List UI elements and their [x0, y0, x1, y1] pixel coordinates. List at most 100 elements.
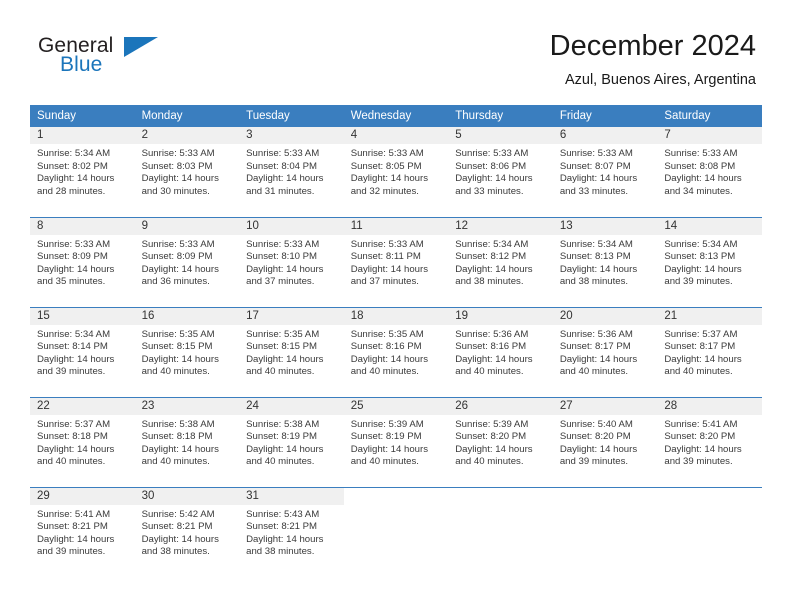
day-number: 17	[239, 307, 344, 325]
day-cell[interactable]: 1 Sunrise: 5:34 AM Sunset: 8:02 PM Dayli…	[30, 127, 135, 217]
daylight-text-line1: Daylight: 14 hours	[350, 443, 429, 455]
day-cell[interactable]: 11 Sunrise: 5:33 AM Sunset: 8:11 PM Dayl…	[343, 217, 449, 307]
sunset-text: Sunset: 8:18 PM	[37, 431, 108, 443]
daylight-text-line2: and 40 minutes.	[141, 366, 210, 378]
daylight-text-line1: Daylight: 14 hours	[664, 443, 742, 455]
sunrise-text: Sunrise: 5:33 AM	[664, 148, 738, 159]
daylight-text-line2: and 40 minutes.	[246, 366, 315, 378]
daylight-text-line2: and 30 minutes.	[141, 185, 210, 197]
daylight-text-line2: and 40 minutes.	[37, 456, 106, 468]
calendar-grid: Sunday Monday Tuesday Wednesday Thursday…	[30, 105, 762, 577]
day-cell[interactable]: 23 Sunrise: 5:38 AM Sunset: 8:18 PM Dayl…	[134, 397, 240, 487]
day-details: Sunrise: 5:33 AM Sunset: 8:09 PM Dayligh…	[30, 235, 135, 289]
sunrise-text: Sunrise: 5:38 AM	[141, 418, 215, 430]
day-number: 16	[134, 307, 240, 325]
day-cell[interactable]: 17 Sunrise: 5:35 AM Sunset: 8:15 PM Dayl…	[239, 307, 344, 397]
day-cell[interactable]: 25 Sunrise: 5:39 AM Sunset: 8:19 PM Dayl…	[343, 397, 449, 487]
day-cell[interactable]: 30 Sunrise: 5:42 AM Sunset: 8:21 PM Dayl…	[134, 487, 240, 577]
day-number: 3	[239, 127, 344, 144]
brand-logo[interactable]: General Blue	[38, 34, 238, 88]
day-cell[interactable]: 22 Sunrise: 5:37 AM Sunset: 8:18 PM Dayl…	[30, 397, 135, 487]
day-cell[interactable]: 8 Sunrise: 5:33 AM Sunset: 8:09 PM Dayli…	[30, 217, 135, 307]
day-details: Sunrise: 5:33 AM Sunset: 8:04 PM Dayligh…	[239, 144, 344, 198]
sunrise-text: Sunrise: 5:40 AM	[559, 418, 633, 430]
sunrise-text: Sunrise: 5:35 AM	[350, 328, 424, 340]
daylight-text-line1: Daylight: 14 hours	[37, 443, 115, 455]
day-number: 11	[343, 217, 449, 235]
day-cell[interactable]: 4 Sunrise: 5:33 AM Sunset: 8:05 PM Dayli…	[343, 127, 449, 217]
day-cell[interactable]: 26 Sunrise: 5:39 AM Sunset: 8:20 PM Dayl…	[448, 397, 553, 487]
daylight-text-line2: and 37 minutes.	[350, 276, 419, 288]
daylight-text-line2: and 34 minutes.	[664, 185, 733, 197]
day-number: 28	[657, 397, 762, 415]
daylight-text-line1: Daylight: 14 hours	[246, 263, 324, 275]
day-cell[interactable]: 15 Sunrise: 5:34 AM Sunset: 8:14 PM Dayl…	[30, 307, 135, 397]
day-number: 14	[657, 217, 762, 235]
daylight-text-line1: Daylight: 14 hours	[246, 533, 324, 545]
day-cell[interactable]: 24 Sunrise: 5:38 AM Sunset: 8:19 PM Dayl…	[239, 397, 344, 487]
sunset-text: Sunset: 8:17 PM	[559, 341, 631, 353]
weekday-header-monday: Monday	[134, 105, 240, 127]
day-cell[interactable]: 6 Sunrise: 5:33 AM Sunset: 8:07 PM Dayli…	[552, 127, 658, 217]
day-cell[interactable]: 5 Sunrise: 5:33 AM Sunset: 8:06 PM Dayli…	[448, 127, 553, 217]
day-number: 2	[134, 127, 240, 144]
day-number: 19	[448, 307, 553, 325]
day-cell[interactable]: 7 Sunrise: 5:33 AM Sunset: 8:08 PM Dayli…	[657, 127, 762, 217]
sunrise-text: Sunrise: 5:33 AM	[350, 148, 424, 159]
daylight-text-line1: Daylight: 14 hours	[141, 173, 219, 185]
daylight-text-line2: and 31 minutes.	[246, 185, 315, 197]
daylight-text-line2: and 40 minutes.	[455, 366, 524, 378]
sunrise-text: Sunrise: 5:34 AM	[455, 238, 529, 250]
daylight-text-line1: Daylight: 14 hours	[37, 533, 115, 545]
daylight-text-line2: and 40 minutes.	[350, 366, 419, 378]
sunset-text: Sunset: 8:20 PM	[455, 431, 527, 443]
sunset-text: Sunset: 8:15 PM	[141, 341, 213, 353]
sunrise-text: Sunrise: 5:37 AM	[37, 418, 111, 430]
day-cell[interactable]: 14 Sunrise: 5:34 AM Sunset: 8:13 PM Dayl…	[657, 217, 762, 307]
day-cell[interactable]: 2 Sunrise: 5:33 AM Sunset: 8:03 PM Dayli…	[134, 127, 240, 217]
day-cell[interactable]: 28 Sunrise: 5:41 AM Sunset: 8:20 PM Dayl…	[657, 397, 762, 487]
brand-name-blue: Blue	[60, 53, 103, 76]
day-cell[interactable]: 10 Sunrise: 5:33 AM Sunset: 8:10 PM Dayl…	[239, 217, 344, 307]
day-cell[interactable]: 12 Sunrise: 5:34 AM Sunset: 8:12 PM Dayl…	[448, 217, 553, 307]
day-details: Sunrise: 5:33 AM Sunset: 8:05 PM Dayligh…	[344, 144, 449, 198]
sunrise-text: Sunrise: 5:35 AM	[246, 328, 320, 340]
day-cell-empty	[448, 487, 553, 577]
day-details: Sunrise: 5:39 AM Sunset: 8:20 PM Dayligh…	[448, 415, 553, 469]
day-cell[interactable]: 13 Sunrise: 5:34 AM Sunset: 8:13 PM Dayl…	[552, 217, 658, 307]
day-cell[interactable]: 21 Sunrise: 5:37 AM Sunset: 8:17 PM Dayl…	[657, 307, 762, 397]
day-cell[interactable]: 29 Sunrise: 5:41 AM Sunset: 8:21 PM Dayl…	[30, 487, 135, 577]
day-cell[interactable]: 3 Sunrise: 5:33 AM Sunset: 8:04 PM Dayli…	[239, 127, 344, 217]
day-cell[interactable]: 16 Sunrise: 5:35 AM Sunset: 8:15 PM Dayl…	[134, 307, 240, 397]
day-cell[interactable]: 19 Sunrise: 5:36 AM Sunset: 8:16 PM Dayl…	[448, 307, 553, 397]
daylight-text-line1: Daylight: 14 hours	[141, 443, 219, 455]
daylight-text-line2: and 38 minutes.	[141, 546, 210, 558]
sunrise-text: Sunrise: 5:34 AM	[559, 238, 633, 250]
daylight-text-line1: Daylight: 14 hours	[246, 353, 324, 365]
daylight-text-line2: and 40 minutes.	[141, 456, 210, 468]
day-details: Sunrise: 5:33 AM Sunset: 8:10 PM Dayligh…	[239, 235, 344, 289]
daylight-text-line1: Daylight: 14 hours	[141, 263, 219, 275]
daylight-text-line1: Daylight: 14 hours	[559, 173, 638, 185]
daylight-text-line1: Daylight: 14 hours	[350, 353, 429, 365]
day-cell[interactable]: 18 Sunrise: 5:35 AM Sunset: 8:16 PM Dayl…	[343, 307, 449, 397]
day-number: 9	[134, 217, 240, 235]
sunset-text: Sunset: 8:21 PM	[246, 521, 318, 533]
calendar-week-row: 22 Sunrise: 5:37 AM Sunset: 8:18 PM Dayl…	[30, 397, 762, 487]
sunset-text: Sunset: 8:13 PM	[559, 251, 631, 263]
day-cell[interactable]: 31 Sunrise: 5:43 AM Sunset: 8:21 PM Dayl…	[239, 487, 344, 577]
day-details: Sunrise: 5:38 AM Sunset: 8:18 PM Dayligh…	[135, 415, 240, 469]
day-cell[interactable]: 9 Sunrise: 5:33 AM Sunset: 8:09 PM Dayli…	[134, 217, 240, 307]
day-details: Sunrise: 5:35 AM Sunset: 8:15 PM Dayligh…	[135, 325, 240, 379]
sunset-text: Sunset: 8:14 PM	[37, 341, 108, 353]
sunrise-text: Sunrise: 5:38 AM	[246, 418, 320, 430]
daylight-text-line1: Daylight: 14 hours	[246, 173, 324, 185]
day-details: Sunrise: 5:34 AM Sunset: 8:12 PM Dayligh…	[448, 235, 553, 289]
calendar-week-row: 1 Sunrise: 5:34 AM Sunset: 8:02 PM Dayli…	[30, 127, 762, 217]
day-cell[interactable]: 27 Sunrise: 5:40 AM Sunset: 8:20 PM Dayl…	[552, 397, 658, 487]
day-details: Sunrise: 5:34 AM Sunset: 8:13 PM Dayligh…	[553, 235, 658, 289]
daylight-text-line1: Daylight: 14 hours	[37, 353, 115, 365]
day-cell[interactable]: 20 Sunrise: 5:36 AM Sunset: 8:17 PM Dayl…	[552, 307, 658, 397]
sunset-text: Sunset: 8:09 PM	[37, 251, 108, 263]
sunrise-text: Sunrise: 5:36 AM	[455, 328, 529, 340]
